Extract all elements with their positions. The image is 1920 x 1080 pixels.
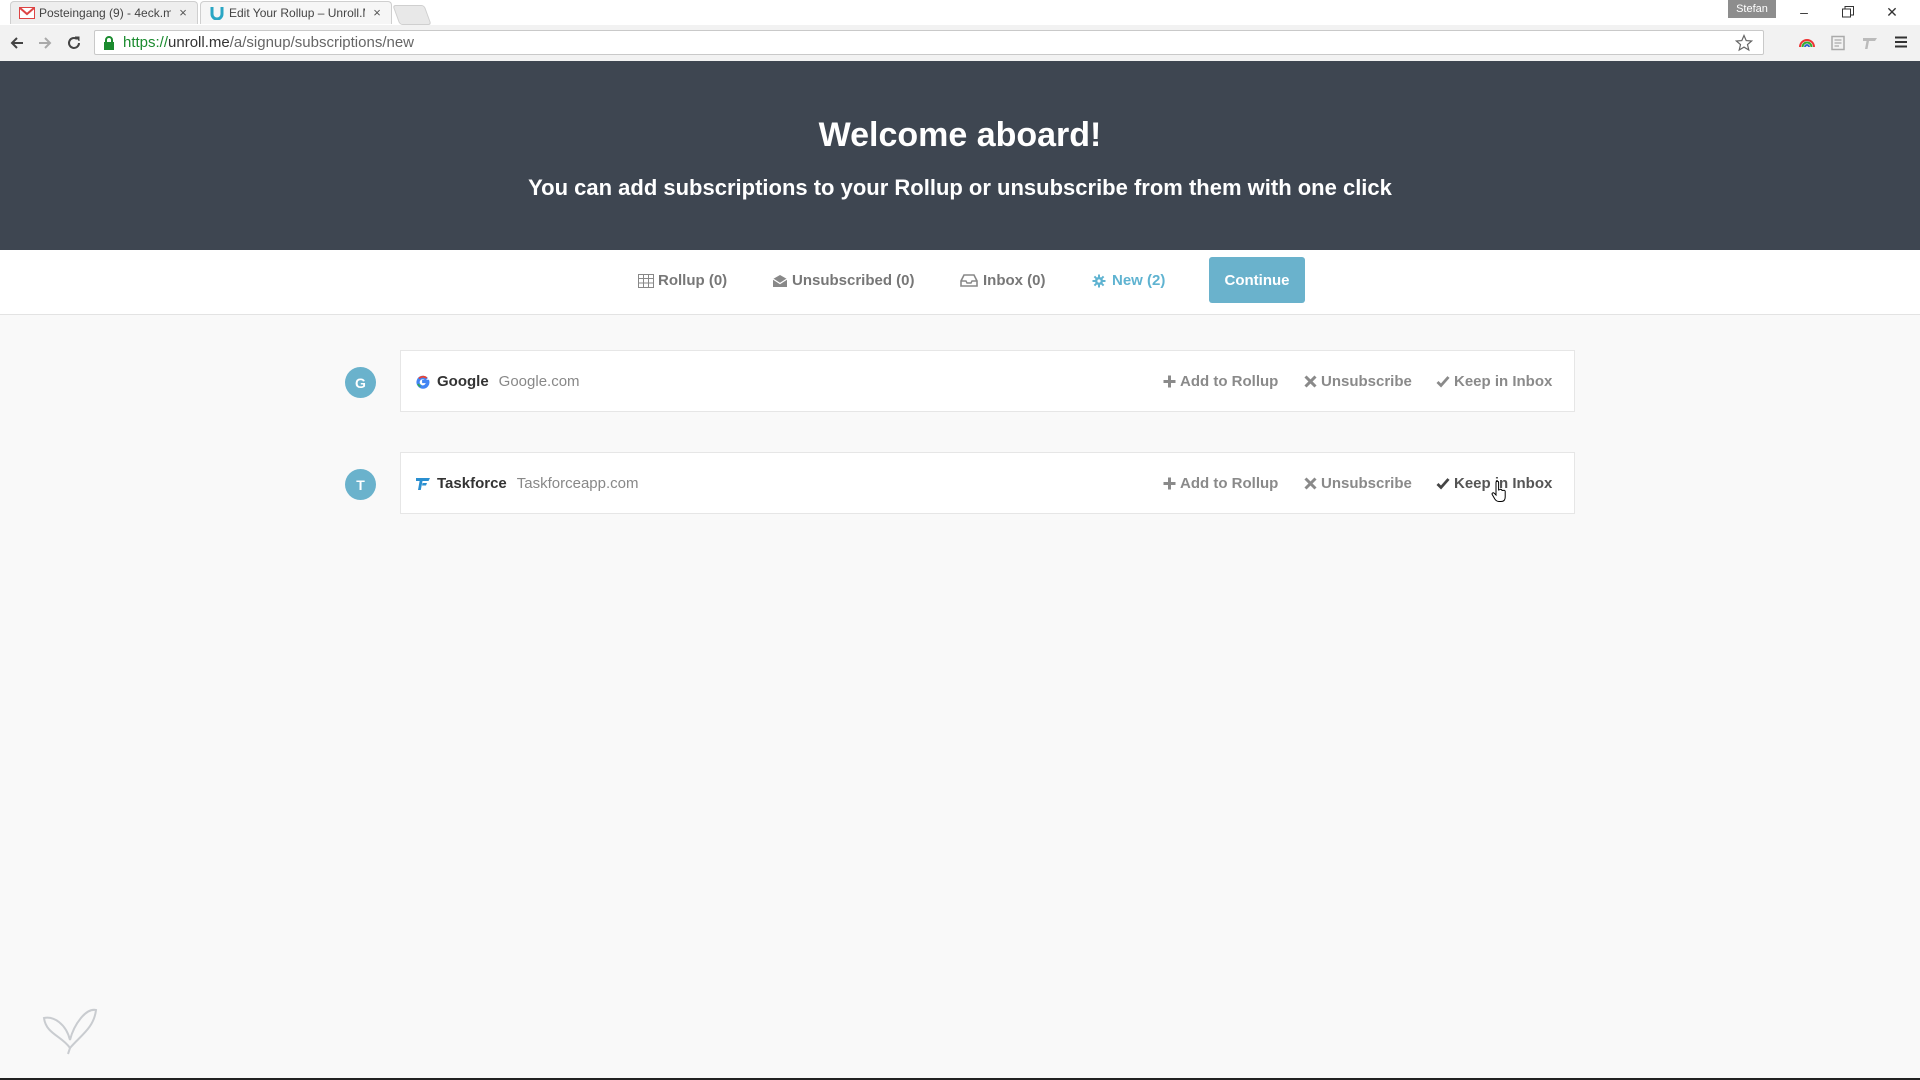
avatar: G (345, 367, 376, 398)
plus-icon (1162, 477, 1176, 491)
unsubscribe-button[interactable]: Unsubscribe (1303, 373, 1412, 390)
action-label: Add to Rollup (1180, 475, 1279, 492)
subscription-card: Google Google.com Add to Rollup Unsubscr… (400, 350, 1575, 412)
welcome-hero: Welcome aboard! You can add subscription… (0, 61, 1920, 250)
subscription-row: G Google Google.com Add to Rollup Unsubs… (0, 350, 1920, 414)
address-bar[interactable]: https://unroll.me/a/signup/subscriptions… (94, 30, 1764, 55)
close-window-icon[interactable]: ✕ (1870, 0, 1914, 24)
x-icon (1303, 375, 1317, 389)
sender-domain: Google.com (498, 373, 580, 390)
tab-title: Posteingang (9) - 4eck.me (39, 6, 171, 20)
tab-label: New (2) (1112, 272, 1166, 289)
check-icon (1436, 477, 1450, 491)
tab-inbox[interactable]: Inbox (0) (960, 272, 1046, 289)
unsubscribed-icon (772, 274, 788, 288)
sender-info: Google Google.com (415, 373, 580, 390)
sender-name: Google (437, 373, 489, 390)
close-tab-icon[interactable]: × (371, 6, 383, 19)
action-label: Add to Rollup (1180, 373, 1279, 390)
taskforce-logo-icon (415, 476, 431, 492)
action-label: Keep in Inbox (1454, 373, 1553, 390)
new-icon (1092, 274, 1108, 288)
tab-rollup[interactable]: Rollup (0) (638, 272, 727, 289)
tab-unsubscribed[interactable]: Unsubscribed (0) (772, 272, 915, 289)
continue-button[interactable]: Continue (1209, 257, 1305, 303)
forward-icon[interactable] (33, 31, 57, 55)
tab-title: Edit Your Rollup – Unroll.Me (229, 6, 365, 20)
tab-label: Inbox (0) (983, 272, 1046, 289)
close-tab-icon[interactable]: × (177, 6, 189, 19)
sender-name: Taskforce (437, 475, 507, 492)
page-title: Welcome aboard! (818, 116, 1102, 154)
minimize-icon[interactable]: – (1782, 0, 1826, 24)
lock-icon (103, 35, 117, 50)
browser-tab-gmail[interactable]: Posteingang (9) - 4eck.me × (10, 1, 198, 24)
action-label: Unsubscribe (1321, 373, 1412, 390)
rollup-icon (638, 273, 654, 288)
plus-icon (1162, 375, 1176, 389)
extension-taskforce-icon[interactable] (1862, 35, 1880, 51)
browser-tab-unrollme[interactable]: Edit Your Rollup – Unroll.Me × (200, 1, 392, 24)
back-icon[interactable] (5, 31, 29, 55)
add-to-rollup-button[interactable]: Add to Rollup (1162, 475, 1278, 492)
sender-domain: Taskforceapp.com (516, 475, 639, 492)
browser-titlebar: Posteingang (9) - 4eck.me × Edit Your Ro… (0, 0, 1920, 26)
gmail-icon (19, 5, 35, 21)
bookmark-star-icon[interactable] (1734, 33, 1754, 52)
google-logo-icon (415, 374, 431, 390)
menu-icon[interactable] (1894, 35, 1912, 51)
url-text: https://unroll.me/a/signup/subscriptions… (123, 34, 415, 51)
extension-rainbow-icon[interactable] (1798, 35, 1816, 51)
sender-info: Taskforce Taskforceapp.com (415, 475, 639, 492)
inbox-icon (960, 274, 979, 288)
add-to-rollup-button[interactable]: Add to Rollup (1162, 373, 1278, 390)
butterfly-watermark-icon (40, 1000, 100, 1056)
hand-cursor-icon (1491, 480, 1507, 503)
filter-nav: Rollup (0) Unsubscribed (0) Inbox (0) Ne… (0, 250, 1920, 315)
x-icon (1303, 477, 1317, 491)
tab-label: Rollup (0) (658, 272, 728, 289)
avatar: T (345, 469, 376, 500)
restore-icon[interactable] (1826, 0, 1870, 24)
page-subtitle: You can add subscriptions to your Rollup… (528, 175, 1392, 200)
check-icon (1436, 375, 1450, 389)
browser-toolbar: https://unroll.me/a/signup/subscriptions… (0, 25, 1920, 62)
reload-icon[interactable] (62, 31, 86, 55)
unrollme-icon (209, 5, 225, 21)
tab-label: Unsubscribed (0) (792, 272, 915, 289)
unsubscribe-button[interactable]: Unsubscribe (1303, 475, 1412, 492)
new-tab-button[interactable] (392, 5, 432, 25)
tab-new[interactable]: New (2) (1092, 272, 1165, 289)
keep-in-inbox-button[interactable]: Keep in Inbox (1436, 373, 1552, 390)
subscription-row: T Taskforce Taskforceapp.com Add to Roll… (0, 452, 1920, 516)
extension-reader-icon[interactable] (1830, 35, 1848, 51)
subscription-card: Taskforce Taskforceapp.com Add to Rollup… (400, 452, 1575, 514)
profile-badge[interactable]: Stefan (1728, 0, 1776, 18)
action-label: Unsubscribe (1321, 475, 1412, 492)
